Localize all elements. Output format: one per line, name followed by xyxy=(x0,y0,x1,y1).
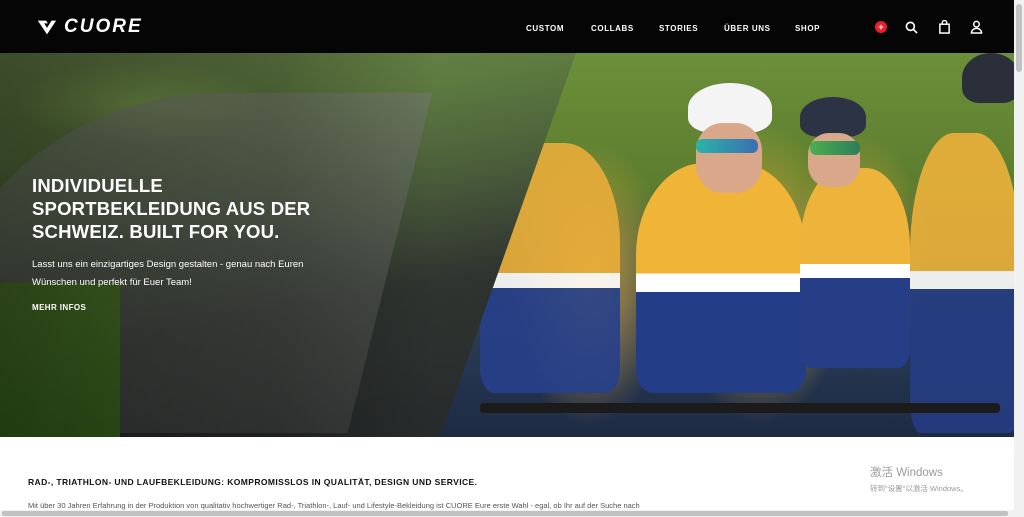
nav-shop[interactable]: SHOP xyxy=(795,24,820,33)
heart-logo-icon xyxy=(37,20,57,35)
cart-icon[interactable] xyxy=(935,18,953,36)
horizontal-scrollbar[interactable] xyxy=(0,510,1014,517)
cuore-logo[interactable]: CUORE xyxy=(36,15,143,39)
search-icon[interactable] xyxy=(902,18,920,36)
nav-custom[interactable]: CUSTOM xyxy=(526,24,564,33)
site-header: CUORE CUSTOM COLLABS STORIES ÜBER UNS SH… xyxy=(0,0,1014,53)
rider-shape xyxy=(910,133,1014,433)
nav-ueber-uns[interactable]: ÜBER UNS xyxy=(724,24,771,33)
face-shape xyxy=(696,123,762,193)
flag-cross: + xyxy=(875,21,887,33)
scrollbar-thumb[interactable] xyxy=(1016,4,1022,72)
rider-shape xyxy=(636,163,806,393)
hero-overlay xyxy=(0,53,620,437)
vertical-scrollbar[interactable] xyxy=(1014,0,1024,517)
rider-shape xyxy=(800,168,910,368)
horizontal-scrollbar-thumb[interactable] xyxy=(2,511,1008,516)
hero-subtitle: Lasst uns ein einzigartiges Design gesta… xyxy=(32,259,304,288)
watermark-title: 激活 Windows xyxy=(870,467,943,479)
nav-collabs[interactable]: COLLABS xyxy=(591,24,634,33)
swiss-flag-icon[interactable]: + xyxy=(872,18,890,36)
more-info-link[interactable]: MEHR INFOS xyxy=(32,303,86,312)
intro-heading: RAD-, TRIATHLON- UND LAUFBEKLEIDUNG: KOM… xyxy=(28,477,478,487)
nav-stories[interactable]: STORIES xyxy=(659,24,698,33)
intro-section: RAD-, TRIATHLON- UND LAUFBEKLEIDUNG: KOM… xyxy=(0,437,1014,510)
intro-text: Mit über 30 Jahren Erfahrung in der Prod… xyxy=(28,501,640,510)
hero-title: INDIVIDUELLE SPORTBEKLEIDUNG AUS DER SCH… xyxy=(32,175,311,242)
helmet-shape xyxy=(800,97,866,137)
windows-activation-watermark: 激活 Windows 转到"设置"以激活 Windows。 xyxy=(870,464,968,494)
hero-banner: INDIVIDUELLE SPORTBEKLEIDUNG AUS DER SCH… xyxy=(0,53,1014,437)
helmet-shape xyxy=(962,53,1014,103)
watermark-subtitle: 转到"设置"以激活 Windows。 xyxy=(870,484,968,493)
user-icon[interactable] xyxy=(967,18,985,36)
sunglasses-shape xyxy=(696,139,758,153)
sunglasses-shape xyxy=(810,141,860,155)
brand-name: CUORE xyxy=(64,16,143,37)
